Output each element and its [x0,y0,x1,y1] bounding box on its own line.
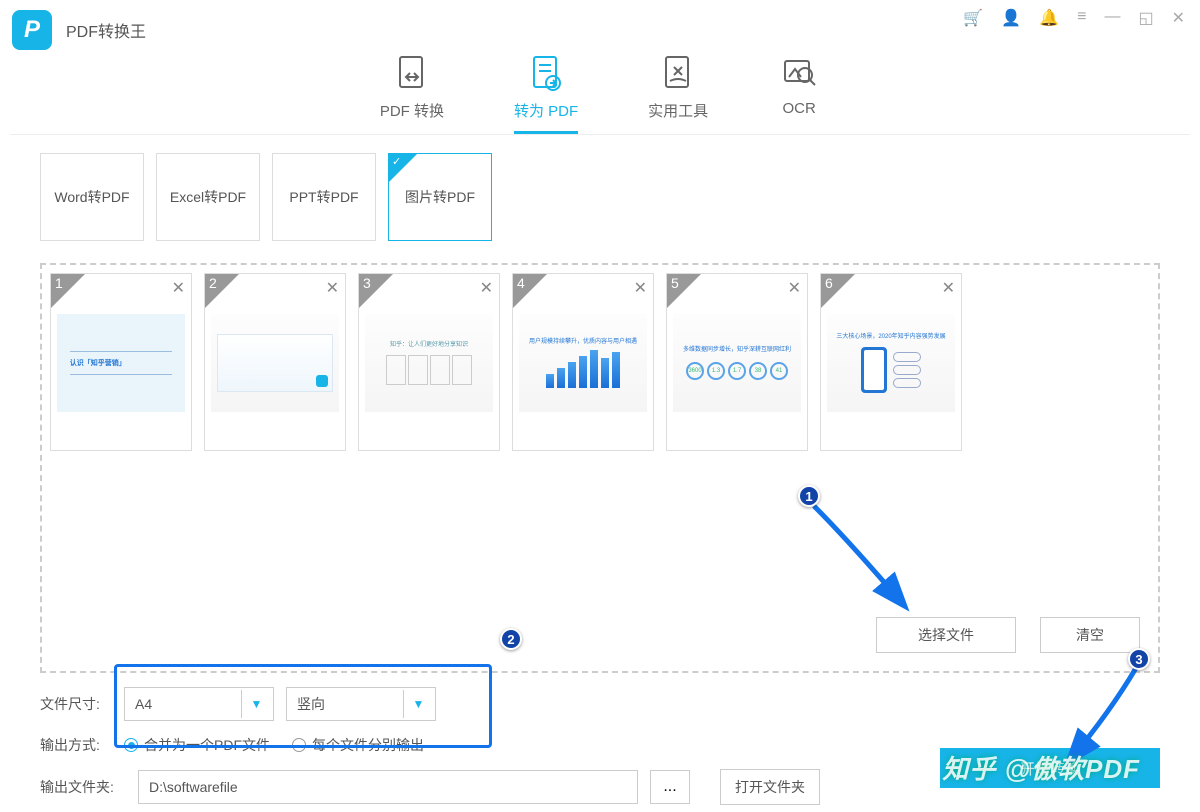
app-logo: P [12,10,52,50]
thumb-remove-icon[interactable]: ✕ [634,278,647,298]
thumbnail-item[interactable]: 2✕ [204,273,346,451]
radio-separate[interactable]: 每个文件分别输出 [292,735,424,755]
thumbnail-list: 1✕ 认识「知乎营销」 2✕ 3✕ 知乎：让人们更好地分享知识 4✕ 用户规模持… [50,273,1150,451]
callout-3: 3 [1128,648,1150,670]
tab-to-pdf[interactable]: 转为 PDF [514,52,578,134]
subtab-image[interactable]: 图片转PDF [388,153,492,241]
menu-icon[interactable]: ≡ [1077,8,1086,28]
thumbnail-item[interactable]: 6✕ 三大核心场景，2020年知乎内容强势发展 [820,273,962,451]
close-icon[interactable]: ✕ [1172,8,1185,28]
tab-pdf-convert[interactable]: PDF 转换 [380,52,444,134]
output-path-input[interactable]: D:\softwarefile [138,770,638,804]
start-convert-button[interactable]: 开始转换 [940,748,1160,788]
thumb-remove-icon[interactable]: ✕ [326,278,339,298]
pdf-convert-icon [391,52,433,94]
thumbnail-item[interactable]: 5✕ 多维数据同步增长，知乎深耕互联网红利36001.31.73841 [666,273,808,451]
subtab-word[interactable]: Word转PDF [40,153,144,241]
browse-button[interactable]: ... [650,770,690,804]
output-mode-label: 输出方式: [40,735,112,755]
thumb-remove-icon[interactable]: ✕ [788,278,801,298]
subtab-excel[interactable]: Excel转PDF [156,153,260,241]
page-size-select[interactable]: A4▼ [124,687,274,721]
window-controls: 🛒 👤 🔔 ≡ — ◱ ✕ [963,8,1185,28]
open-folder-button[interactable]: 打开文件夹 [720,769,820,805]
bell-icon[interactable]: 🔔 [1039,8,1059,28]
tab-tools[interactable]: 实用工具 [648,52,708,134]
thumb-remove-icon[interactable]: ✕ [172,278,185,298]
orientation-select[interactable]: 竖向▼ [286,687,436,721]
user-icon[interactable]: 👤 [1001,8,1021,28]
to-pdf-icon [525,52,567,94]
maximize-icon[interactable]: ◱ [1138,8,1153,28]
minimize-icon[interactable]: — [1104,8,1120,28]
thumb-remove-icon[interactable]: ✕ [480,278,493,298]
thumbnail-item[interactable]: 4✕ 用户规模持续攀升，优质内容与用户相遇 [512,273,654,451]
callout-2: 2 [500,628,522,650]
radio-merge[interactable]: 合并为一个PDF文件 [124,735,270,755]
cart-icon[interactable]: 🛒 [963,8,983,28]
chevron-down-icon: ▼ [403,690,433,718]
subtab-ppt[interactable]: PPT转PDF [272,153,376,241]
file-size-label: 文件尺寸: [40,694,112,714]
main-tabs: PDF 转换 转为 PDF 实用工具 OCR [0,52,1200,134]
app-title: PDF转换王 [66,18,146,42]
tools-icon [657,52,699,94]
thumbnail-item[interactable]: 1✕ 认识「知乎营销」 [50,273,192,451]
clear-button[interactable]: 清空 [1040,617,1140,653]
thumb-remove-icon[interactable]: ✕ [942,278,955,298]
chevron-down-icon: ▼ [241,690,271,718]
tab-ocr[interactable]: OCR [778,52,820,134]
thumbnail-item[interactable]: 3✕ 知乎：让人们更好地分享知识 [358,273,500,451]
ocr-icon [778,52,820,94]
file-dropzone[interactable]: 1✕ 认识「知乎营销」 2✕ 3✕ 知乎：让人们更好地分享知识 4✕ 用户规模持… [40,263,1160,673]
callout-1: 1 [798,485,820,507]
output-folder-label: 输出文件夹: [40,777,126,797]
sub-tabs: Word转PDF Excel转PDF PPT转PDF 图片转PDF [0,135,1200,241]
select-file-button[interactable]: 选择文件 [876,617,1016,653]
